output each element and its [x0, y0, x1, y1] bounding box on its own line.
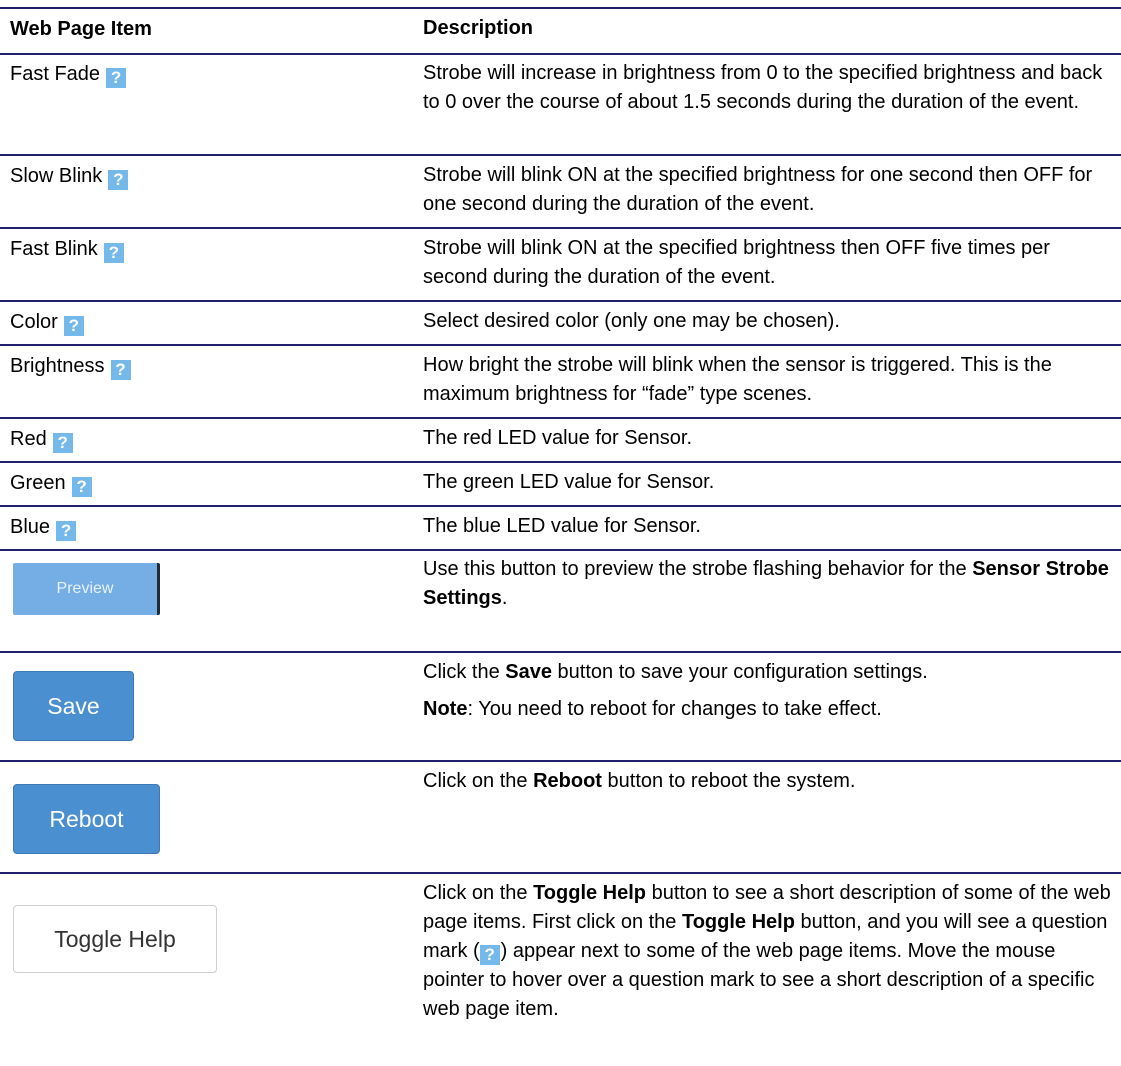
item-cell: Color? [10, 307, 84, 337]
item-label: Blue [10, 516, 51, 538]
description-text: Click on the [423, 882, 534, 904]
help-icon[interactable]: ? [52, 433, 73, 453]
save-button[interactable]: Save [13, 671, 134, 741]
help-icon[interactable]: ? [63, 316, 84, 336]
item-label: Color [10, 311, 58, 333]
preview-button[interactable]: Preview [13, 563, 160, 615]
description-text: button to reboot the system. [601, 770, 856, 792]
description-cell: Click on the Toggle Help button to see a… [423, 879, 1113, 1024]
note-paragraph: Note: You need to reboot for changes to … [423, 695, 1113, 724]
item-cell: Fast Blink? [10, 234, 124, 264]
description-cell: The red LED value for Sensor. [423, 427, 693, 449]
item-label: Red [10, 428, 47, 450]
table-top-rule [0, 7, 1121, 9]
description-text: Use this button to preview the strobe fl… [423, 558, 973, 580]
help-icon[interactable]: ? [108, 170, 129, 190]
row-divider [0, 651, 1121, 653]
help-icon[interactable]: ? [103, 243, 124, 263]
row-divider [0, 505, 1121, 507]
description-cell: Use this button to preview the strobe fl… [423, 555, 1113, 613]
description-bold: Reboot [533, 770, 602, 792]
row-divider [0, 872, 1121, 874]
item-cell: Blue? [10, 512, 77, 542]
description-bold: Toggle Help [681, 911, 795, 933]
description-bold: Toggle Help [533, 882, 647, 904]
toggle-help-button[interactable]: Toggle Help [13, 905, 217, 973]
help-icon: ? [479, 945, 500, 965]
item-cell: Slow Blink? [10, 161, 129, 191]
header-item: Web Page Item [10, 18, 152, 40]
description-cell: Click on the Reboot button to reboot the… [423, 767, 1113, 796]
row-divider [0, 227, 1121, 229]
description-text: Click the [423, 661, 506, 683]
row-divider [0, 461, 1121, 463]
item-cell: Fast Fade? [10, 59, 127, 89]
help-icon[interactable]: ? [110, 360, 131, 380]
row-divider [0, 300, 1121, 302]
description-cell: How bright the strobe will blink when th… [423, 354, 1052, 405]
description-text: button to save your configuration settin… [551, 661, 928, 683]
note-text: : You need to reboot for changes to take… [467, 698, 882, 720]
table-row-preview: Preview Use this button to preview the s… [0, 555, 1121, 651]
header-description: Description [423, 17, 534, 39]
description-cell: Select desired color (only one may be ch… [423, 310, 840, 332]
description-cell: Strobe will blink ON at the specified br… [423, 237, 1050, 288]
row-divider [0, 417, 1121, 419]
description-cell: The blue LED value for Sensor. [423, 515, 701, 537]
help-table: Web Page Item Description Fast Fade? Str… [0, 0, 1121, 1066]
item-label: Fast Blink [10, 238, 98, 260]
description-bold: Save [505, 661, 552, 683]
description-text: ) appear next to some of the web page it… [423, 940, 1095, 1020]
description-cell: Click the Save button to save your confi… [423, 658, 1113, 724]
description-text: . [501, 587, 508, 609]
table-row-reboot: Reboot Click on the Reboot button to reb… [0, 767, 1121, 871]
item-cell: Red? [10, 424, 73, 454]
description-paragraph: Click the Save button to save your confi… [423, 658, 1113, 687]
row-divider [0, 549, 1121, 551]
description-cell: The green LED value for Sensor. [423, 471, 715, 493]
note-label: Note [423, 698, 468, 720]
row-divider [0, 53, 1121, 55]
help-icon[interactable]: ? [71, 477, 92, 497]
row-divider [0, 760, 1121, 762]
description-cell: Strobe will blink ON at the specified br… [423, 164, 1093, 215]
item-label: Brightness [10, 355, 105, 377]
table-row-save: Save Click the Save button to save your … [0, 658, 1121, 758]
item-cell: Green? [10, 468, 92, 498]
table-row-toggle-help: Toggle Help Click on the Toggle Help but… [0, 879, 1121, 1059]
row-divider [0, 344, 1121, 346]
item-label: Slow Blink [10, 165, 103, 187]
item-label: Fast Fade [10, 63, 101, 85]
help-icon[interactable]: ? [106, 68, 127, 88]
help-icon[interactable]: ? [56, 521, 77, 541]
description-text: Click on the [423, 770, 534, 792]
row-divider [0, 154, 1121, 156]
reboot-button[interactable]: Reboot [13, 784, 160, 854]
item-label: Green [10, 472, 66, 494]
description-cell: Strobe will increase in brightness from … [423, 62, 1103, 113]
item-cell: Brightness? [10, 351, 131, 381]
